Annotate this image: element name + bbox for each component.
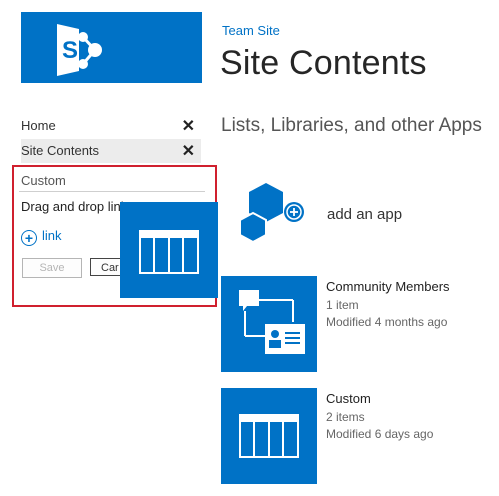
app-name[interactable]: Custom	[326, 391, 371, 406]
section-title: Lists, Libraries, and other Apps	[221, 115, 482, 136]
add-app-icon	[239, 183, 304, 244]
add-link-label: link	[42, 228, 62, 243]
app-modified: Modified 6 days ago	[326, 427, 434, 441]
breadcrumb-team-site[interactable]: Team Site	[222, 23, 280, 38]
nav-item-site-contents[interactable]: Site Contents ✕	[21, 139, 201, 163]
app-name[interactable]: Community Members	[326, 279, 450, 294]
link-name-input[interactable]: Custom	[19, 170, 205, 192]
nav-item-label: Home	[21, 118, 56, 133]
list-icon	[139, 230, 199, 274]
app-modified: Modified 4 months ago	[326, 315, 448, 329]
nav-item-home[interactable]: Home ✕	[21, 114, 201, 138]
app-tile-community-members[interactable]	[221, 276, 317, 372]
app-item-count: 1 item	[326, 298, 359, 312]
link-name-value: Custom	[21, 173, 66, 188]
list-icon	[239, 414, 299, 458]
sharepoint-logo-icon: S	[57, 24, 102, 76]
close-icon[interactable]: ✕	[182, 116, 195, 136]
app-tile-custom[interactable]	[221, 388, 317, 484]
page-title: Site Contents	[220, 44, 427, 82]
svg-text:S: S	[62, 37, 78, 64]
sharepoint-logo[interactable]: S	[21, 12, 202, 83]
plus-circle-icon: +	[21, 230, 37, 246]
add-link-button[interactable]: + link	[21, 228, 62, 246]
add-app-link[interactable]: add an app	[327, 206, 402, 223]
app-item-count: 2 items	[326, 410, 365, 424]
dragged-list-tile[interactable]	[120, 202, 218, 298]
community-members-icon	[239, 290, 305, 354]
save-button[interactable]: Save	[22, 258, 82, 278]
close-icon[interactable]: ✕	[182, 141, 195, 161]
add-app-tile[interactable]	[236, 180, 308, 248]
drag-drop-hint: Drag and drop link	[21, 199, 128, 214]
nav-item-label: Site Contents	[21, 143, 100, 158]
